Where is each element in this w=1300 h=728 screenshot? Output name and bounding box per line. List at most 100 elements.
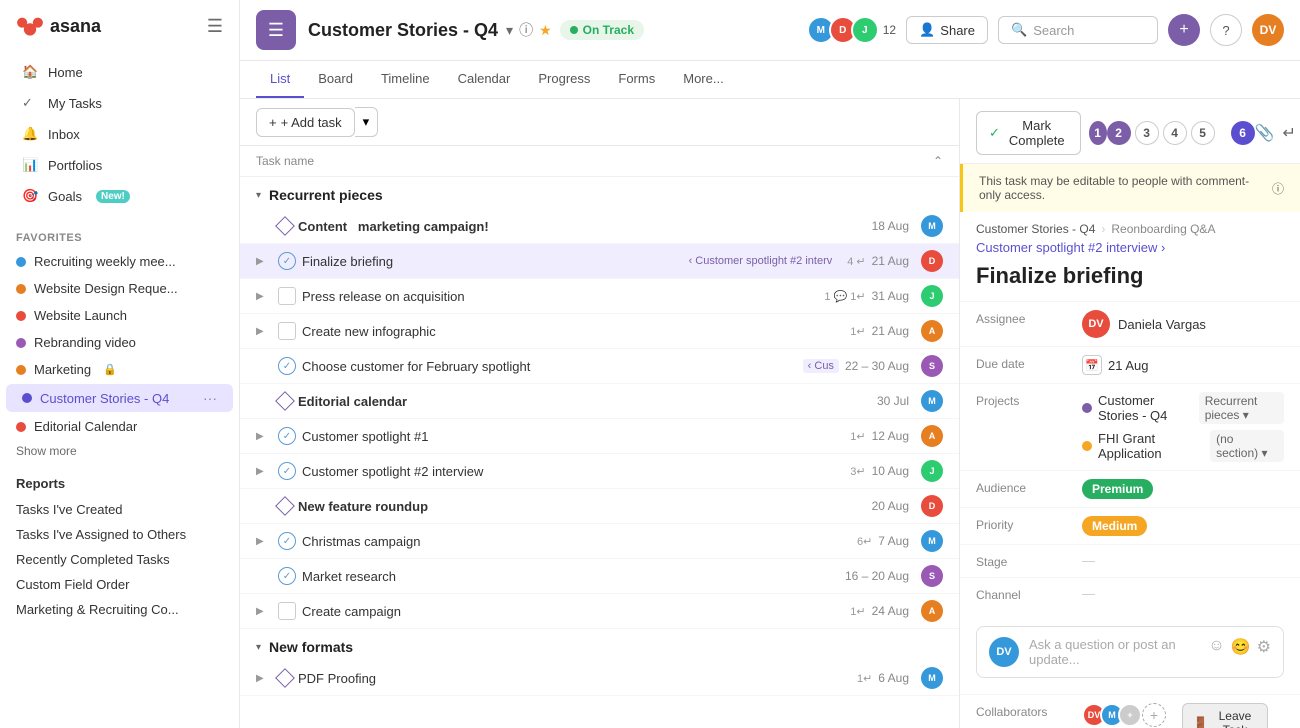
task-checkbox[interactable] — [278, 602, 296, 620]
channel-dash: — — [1082, 586, 1095, 601]
task-row[interactable]: New feature roundup 20 Aug D — [240, 489, 959, 524]
favorites-item-website-launch[interactable]: Website Launch — [0, 302, 239, 329]
task-checkbox[interactable] — [275, 496, 295, 516]
reports-link-recently-completed[interactable]: Recently Completed Tasks — [0, 547, 239, 572]
favorites-item-customer-stories[interactable]: Customer Stories - Q4 ··· — [6, 384, 233, 412]
task-list-header: Task name ⌃ — [240, 146, 959, 177]
reports-link-custom-field[interactable]: Custom Field Order — [0, 572, 239, 597]
task-row[interactable]: Content marketing campaign! 18 Aug M — [240, 209, 959, 244]
user-avatar[interactable]: DV — [1252, 14, 1284, 46]
more-options-icon[interactable]: ··· — [203, 390, 217, 406]
step-5[interactable]: 5 — [1191, 121, 1215, 145]
task-checkbox[interactable] — [278, 322, 296, 340]
plus-icon: + — [1179, 21, 1188, 39]
tab-more[interactable]: More... — [669, 61, 737, 98]
search-box[interactable]: 🔍 Search — [998, 16, 1158, 44]
nav-goals[interactable]: 🎯 Goals New! — [6, 181, 233, 211]
favorites-item-marketing[interactable]: Marketing 🔒 — [0, 356, 239, 383]
comment-placeholder: Ask a question or post an update... — [1029, 637, 1176, 667]
task-row[interactable]: ▶ ✓ Finalize briefing ‹ Customer spotlig… — [240, 244, 959, 279]
project1-section[interactable]: Recurrent pieces ▾ — [1199, 392, 1284, 424]
favorites-label: Website Launch — [34, 308, 127, 323]
bar-chart-icon: 📊 — [22, 157, 38, 173]
task-checkbox[interactable]: ✓ — [278, 567, 296, 585]
breadcrumb-project[interactable]: Customer Stories - Q4 — [976, 222, 1095, 236]
task-row[interactable]: ▶ ✓ Christmas campaign 6↵ 7 Aug M — [240, 524, 959, 559]
reports-link-marketing-recruiting[interactable]: Marketing & Recruiting Co... — [0, 597, 239, 622]
mark-complete-button[interactable]: ✓ Mark Complete — [976, 111, 1081, 155]
tab-list[interactable]: List — [256, 61, 304, 98]
emoji-icon[interactable]: ☺ — [1208, 637, 1224, 657]
add-task-button[interactable]: + + Add task — [256, 108, 355, 137]
task-row[interactable]: Editorial calendar 30 Jul M — [240, 384, 959, 419]
section-recurrent-pieces[interactable]: ▾ Recurrent pieces — [240, 177, 959, 209]
task-row[interactable]: ✓ Market research 16 – 20 Aug S — [240, 559, 959, 594]
attachment-icon[interactable]: 📎 — [1255, 123, 1275, 143]
step-3[interactable]: 3 — [1135, 121, 1159, 145]
task-row[interactable]: ▶ Create new infographic 1↵ 21 Aug A — [240, 314, 959, 349]
nav-portfolios[interactable]: 📊 Portfolios — [6, 150, 233, 180]
tab-board[interactable]: Board — [304, 61, 367, 98]
view-tabs: List Board Timeline Calendar Progress Fo… — [240, 61, 1300, 99]
help-button[interactable]: ? — [1210, 14, 1242, 46]
expand-icon: ▶ — [256, 606, 272, 617]
nav-home[interactable]: 🏠 Home — [6, 57, 233, 87]
step-6[interactable]: 6 — [1231, 121, 1255, 145]
task-checkbox[interactable]: ✓ — [278, 532, 296, 550]
step-2[interactable]: 2 — [1107, 121, 1131, 145]
project2-section[interactable]: (no section) ▾ — [1210, 430, 1284, 462]
nav-my-tasks[interactable]: ✓ My Tasks — [6, 88, 233, 118]
tab-progress[interactable]: Progress — [524, 61, 604, 98]
favorites-item-recruiting[interactable]: Recruiting weekly mee... — [0, 248, 239, 275]
section-new-formats[interactable]: ▾ New formats — [240, 629, 959, 661]
expand-icon: ▶ — [256, 431, 272, 442]
comment-action-icons: ☺ 😊 ⚙ — [1208, 637, 1271, 657]
tab-timeline[interactable]: Timeline — [367, 61, 444, 98]
task-checkbox[interactable]: ✓ — [278, 252, 296, 270]
task-name: Choose customer for February spotlight — [302, 359, 793, 374]
star-icon[interactable]: ★ — [539, 22, 552, 39]
task-checkbox[interactable] — [278, 287, 296, 305]
task-row[interactable]: ▶ ✓ Customer spotlight #2 interview 3↵ 1… — [240, 454, 959, 489]
chevron-down-icon[interactable]: ▾ — [506, 22, 513, 39]
info-icon[interactable]: ⓘ — [519, 20, 533, 40]
emoji-icon-2[interactable]: 😊 — [1231, 637, 1251, 657]
comment-input[interactable]: Ask a question or post an update... — [1029, 637, 1198, 667]
task-row[interactable]: ▶ PDF Proofing 1↵ 6 Aug M — [240, 661, 959, 696]
task-row[interactable]: ▶ Press release on acquisition 1 💬 1↵ 31… — [240, 279, 959, 314]
sidebar-toggle-button[interactable]: ☰ — [207, 16, 223, 37]
favorites-item-rebranding[interactable]: Rebranding video — [0, 329, 239, 356]
task-row[interactable]: ▶ ✓ Customer spotlight #1 1↵ 12 Aug A — [240, 419, 959, 454]
task-checkbox[interactable]: ✓ — [278, 462, 296, 480]
task-checkbox[interactable] — [275, 391, 295, 411]
step-4[interactable]: 4 — [1163, 121, 1187, 145]
task-row[interactable]: ✓ Choose customer for February spotlight… — [240, 349, 959, 384]
reports-link-tasks-created[interactable]: Tasks I've Created — [0, 497, 239, 522]
tab-calendar[interactable]: Calendar — [444, 61, 525, 98]
sort-icon[interactable]: ⌃ — [933, 154, 943, 168]
reports-link-tasks-assigned[interactable]: Tasks I've Assigned to Others — [0, 522, 239, 547]
task-row[interactable]: ▶ Create campaign 1↵ 24 Aug A — [240, 594, 959, 629]
share-button[interactable]: 👤 Share — [906, 16, 988, 44]
task-checkbox[interactable] — [275, 216, 295, 236]
tab-forms[interactable]: Forms — [604, 61, 669, 98]
priority-tag[interactable]: Medium — [1082, 516, 1147, 536]
nav-inbox[interactable]: 🔔 Inbox — [6, 119, 233, 149]
parent-task-link[interactable]: Customer spotlight #2 interview › — [976, 240, 1165, 255]
comment-user-avatar: DV — [989, 637, 1019, 667]
leave-task-button[interactable]: 🚪 Leave Task — [1182, 703, 1268, 728]
favorites-item-website-design[interactable]: Website Design Reque... — [0, 275, 239, 302]
audience-tag[interactable]: Premium — [1082, 479, 1153, 499]
step-badge-1[interactable]: 1 — [1089, 121, 1107, 145]
breadcrumb: Customer Stories - Q4 › Reonboarding Q&A — [960, 212, 1300, 240]
add-button[interactable]: + — [1168, 14, 1200, 46]
add-collaborator-button[interactable]: + — [1142, 703, 1166, 727]
task-checkbox[interactable] — [275, 668, 295, 688]
task-checkbox[interactable]: ✓ — [278, 427, 296, 445]
favorites-item-editorial[interactable]: Editorial Calendar — [0, 413, 239, 440]
add-task-dropdown-button[interactable]: ▾ — [355, 107, 379, 137]
settings-icon[interactable]: ⚙ — [1257, 637, 1271, 657]
subtask-icon[interactable]: ↵ — [1282, 123, 1295, 143]
task-checkbox[interactable]: ✓ — [278, 357, 296, 375]
show-more-button[interactable]: Show more — [0, 440, 239, 462]
